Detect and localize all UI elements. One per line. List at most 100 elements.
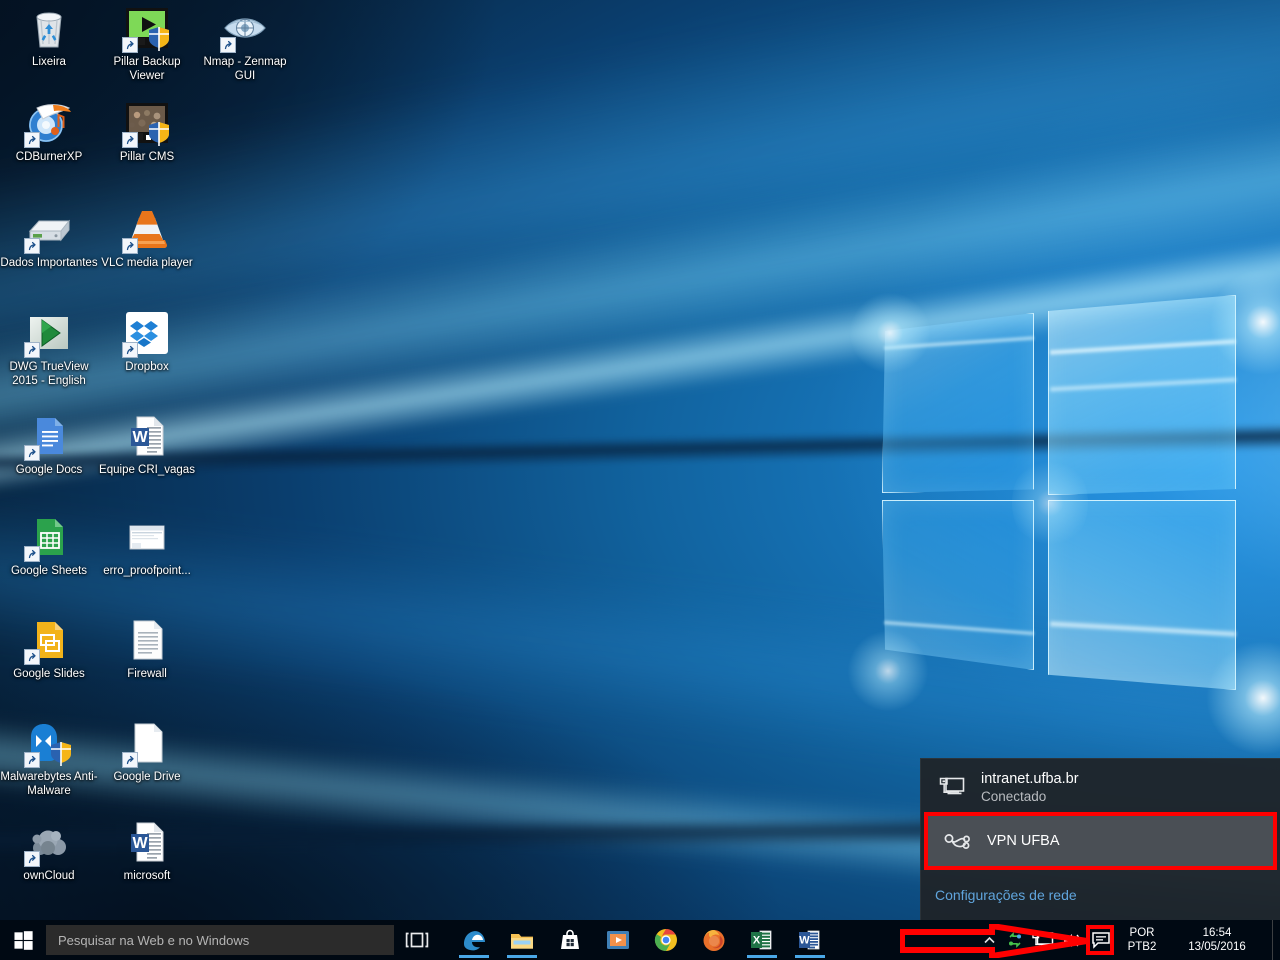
word-doc-icon: W [123,818,171,866]
logo-pane-top-left [882,313,1034,493]
desktop-icon-dados-importantes[interactable]: Dados Importantes [0,205,98,271]
network-flyout-panel[interactable]: intranet.ufba.br Conectado VPN UFBA Conf… [920,758,1280,920]
desktop-icon-google-docs[interactable]: Google Docs [0,412,98,478]
desktop-icon-google-drive[interactable]: Google Drive [98,719,196,785]
desktop-icon-label: VLC media player [101,257,193,269]
desktop-icon-label: Google Slides [13,668,85,680]
action-center-icon [1092,932,1110,949]
logo-pane-top-right [1048,295,1236,495]
dwg-trueview-icon [24,309,73,358]
blank-file-icon [122,719,171,768]
taskbar-app-microsoft-edge[interactable] [450,920,498,960]
taskbar-app-google-chrome[interactable] [642,920,690,960]
language-indicator[interactable]: POR PTB2 [1116,926,1168,954]
desktop-icon-label: Equipe CRI_vagas [99,464,195,476]
taskbar-app-list: XW [450,920,834,960]
task-view-icon [405,932,429,948]
svg-text:X: X [753,935,761,947]
svg-text:W: W [799,935,810,947]
edge-icon [461,927,487,953]
recycle-bin-icon [25,4,73,52]
show-desktop-button[interactable] [1272,920,1280,960]
action-center-button[interactable] [1086,920,1116,960]
word-doc-icon: W [123,412,171,460]
desktop-icon-pillar-cms[interactable]: Pillar CMS [98,99,196,165]
desktop-icon-label: Google Sheets [10,565,88,577]
chrome-icon [653,927,679,953]
firefox-icon [701,927,727,953]
movies-tv-icon [605,927,631,953]
red-arrow-annotation [900,924,1088,958]
vlc-cone-icon [122,205,171,254]
desktop-icon-label: Pillar Backup Viewer [113,56,181,82]
hard-drive-icon [24,205,73,254]
taskbar-app-movies-tv[interactable] [594,920,642,960]
clock-time: 16:54 [1202,927,1232,939]
shortcut-overlay-icon [24,752,40,768]
language-line-2: PTB2 [1127,941,1157,953]
store-icon [557,927,583,953]
running-indicator [747,955,777,958]
desktop-icon-pillar-backup-viewer[interactable]: Pillar Backup Viewer [98,4,196,83]
desktop-icon-microsoft[interactable]: W microsoft [98,818,196,884]
desktop-icon-lixeira[interactable]: Lixeira [0,4,98,70]
shortcut-overlay-icon [24,649,40,665]
network-status: Conectado [981,788,1047,804]
shortcut-overlay-icon [122,132,138,148]
desktop-icon-owncloud[interactable]: ownCloud [0,818,98,884]
network-name: intranet.ufba.br [981,770,1079,787]
shortcut-overlay-icon [122,752,138,768]
svg-text:W: W [132,429,148,446]
desktop-icon-label: Google Drive [113,771,181,783]
clock[interactable]: 16:54 13/05/2016 [1168,926,1272,954]
logo-pane-bottom-right [1048,500,1236,690]
clock-date: 13/05/2016 [1188,941,1246,953]
desktop-icon-google-slides[interactable]: Google Slides [0,616,98,682]
network-item-text: intranet.ufba.br Conectado [981,770,1079,805]
windows-logo-icon [13,930,33,950]
shortcut-overlay-icon [122,342,138,358]
network-item-ethernet[interactable]: intranet.ufba.br Conectado [921,759,1280,815]
network-settings-label: Configurações de rede [935,887,1077,903]
logo-pane-bottom-left [882,500,1034,670]
running-indicator [795,955,825,958]
taskbar-app-mozilla-firefox[interactable] [690,920,738,960]
taskbar-app-file-explorer[interactable] [498,920,546,960]
vpn-icon [941,830,975,852]
desktop-icon-firewall[interactable]: Firewall [98,616,196,682]
desktop-icon-vlc-media-player[interactable]: VLC media player [98,205,196,271]
desktop-icon-malwarebytes[interactable]: Malwarebytes Anti-Malware [0,719,98,798]
network-item-text: VPN UFBA [987,832,1060,850]
taskbar-app-microsoft-excel[interactable]: X [738,920,786,960]
desktop-icon-label: CDBurnerXP [15,151,83,163]
word-icon: W [797,927,823,953]
owncloud-icon [24,818,73,867]
shortcut-overlay-icon [24,132,40,148]
network-item-vpn[interactable]: VPN UFBA [924,812,1277,870]
shortcut-overlay-icon [24,342,40,358]
desktop-icon-label: DWG TrueView 2015 - English [9,361,89,387]
pillar-cms-icon [122,99,171,148]
google-slides-icon [24,616,73,665]
search-input[interactable]: Pesquisar na Web e no Windows [46,925,394,955]
taskbar-app-microsoft-word[interactable]: W [786,920,834,960]
desktop-icon-google-sheets[interactable]: Google Sheets [0,513,98,579]
shortcut-overlay-icon [220,37,236,53]
taskbar-app-microsoft-store[interactable] [546,920,594,960]
desktop-icon-label: Dropbox [125,361,169,373]
task-view-button[interactable] [394,920,440,960]
desktop-icon-label: Nmap - Zenmap GUI [203,56,287,82]
running-indicator [507,955,537,958]
start-button[interactable] [0,920,46,960]
windows-hero-logo [846,267,1280,757]
desktop-icon-nmap-zenmap-gui[interactable]: Nmap - Zenmap GUI [196,4,294,83]
desktop-icon-equipe-cri-vagas[interactable]: W Equipe CRI_vagas [98,412,196,478]
text-file-icon [123,616,171,664]
desktop-icon-erro-proofpoint[interactable]: erro_proofpoint... [98,513,196,579]
desktop-icon-dropbox[interactable]: Dropbox [98,309,196,375]
desktop-icon-cdburnerxp[interactable]: CDBurnerXP [0,99,98,165]
desktop-icon-label: Malwarebytes Anti-Malware [0,771,98,797]
network-settings-link[interactable]: Configurações de rede [921,870,1280,920]
desktop-icon-dwg-trueview[interactable]: DWG TrueView 2015 - English [0,309,98,388]
cdburnerxp-icon [24,99,73,148]
